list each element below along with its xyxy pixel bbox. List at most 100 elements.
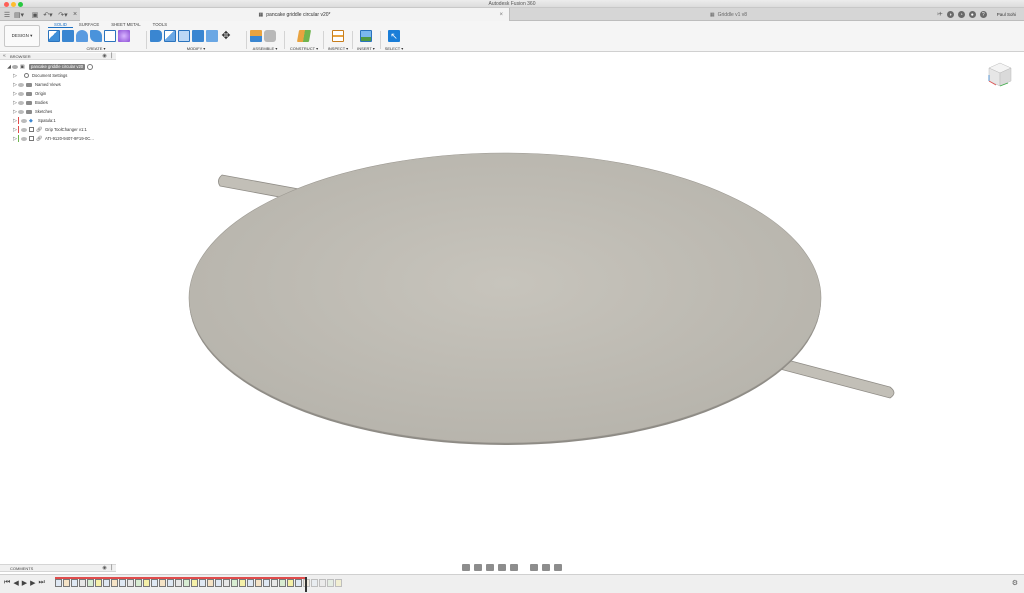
- tab-sheet-metal[interactable]: SHEET METAL: [105, 22, 146, 28]
- close-tab-icon[interactable]: ×: [72, 10, 78, 19]
- timeline-feature-icon[interactable]: [239, 579, 246, 587]
- pan-icon[interactable]: [486, 564, 494, 571]
- select-menu[interactable]: SELECT ▾: [383, 46, 405, 51]
- display-settings-icon[interactable]: [530, 564, 538, 571]
- visibility-eye-icon[interactable]: [18, 100, 24, 105]
- go-to-start-icon[interactable]: ⏮: [4, 579, 10, 587]
- timeline-feature-icon[interactable]: [255, 579, 262, 587]
- create-menu[interactable]: CREATE ▾: [48, 46, 144, 51]
- expand-arrow-icon[interactable]: ▷: [12, 73, 18, 79]
- orbit-icon[interactable]: [462, 564, 470, 571]
- tree-item-grip-toolchanger[interactable]: ▷ 🔗︎ Grip ToolChanger v1:1: [0, 125, 116, 134]
- shell-icon[interactable]: [178, 30, 190, 42]
- tree-item-ati[interactable]: ▷ 🔗︎ ATI-9120-9407-9F19-0C...: [0, 134, 116, 143]
- pattern-icon[interactable]: [104, 30, 116, 42]
- timeline-feature-icon[interactable]: [223, 579, 230, 587]
- timeline-feature-icon[interactable]: [327, 579, 334, 587]
- tab-tools[interactable]: TOOLS: [147, 22, 174, 28]
- tree-item-named-views[interactable]: ▷ Named Views: [0, 80, 116, 89]
- activate-radio-icon[interactable]: [87, 63, 94, 70]
- timeline-feature-icon[interactable]: [103, 579, 110, 587]
- timeline-feature-icon[interactable]: [191, 579, 198, 587]
- fit-icon[interactable]: [510, 564, 518, 571]
- timeline-feature-icon[interactable]: [295, 579, 302, 587]
- construct-menu[interactable]: CONSTRUCT ▾: [288, 46, 320, 51]
- timeline-feature-icon[interactable]: [263, 579, 270, 587]
- timeline-feature-icon[interactable]: [119, 579, 126, 587]
- workspace-switcher[interactable]: DESIGN ▾: [4, 25, 40, 47]
- timeline-marker[interactable]: [305, 577, 307, 592]
- insert-image-icon[interactable]: [360, 30, 372, 42]
- undo-icon[interactable]: ↶▾: [43, 10, 53, 19]
- timeline-feature-icon[interactable]: [159, 579, 166, 587]
- combine-icon[interactable]: [192, 30, 204, 42]
- tab-surface[interactable]: SURFACE: [73, 22, 105, 28]
- file-menu-icon[interactable]: ▤▾: [14, 10, 24, 19]
- add-comment-icon[interactable]: ◉ ▕: [102, 565, 112, 571]
- visibility-eye-icon[interactable]: [18, 91, 24, 96]
- visibility-eye-icon[interactable]: [21, 136, 27, 141]
- joint-icon[interactable]: [264, 30, 276, 42]
- press-pull-icon[interactable]: [150, 30, 162, 42]
- timeline-feature-icon[interactable]: [319, 579, 326, 587]
- look-at-icon[interactable]: [474, 564, 482, 571]
- new-tab-icon[interactable]: +: [939, 11, 943, 18]
- viewports-icon[interactable]: [554, 564, 562, 571]
- timeline-feature-icon[interactable]: [247, 579, 254, 587]
- timeline-feature-icon[interactable]: [55, 579, 62, 587]
- save-icon[interactable]: ▣: [31, 10, 39, 19]
- timeline-feature-icon[interactable]: [183, 579, 190, 587]
- tree-item-spatula[interactable]: ▷ ◆ Spatula:1: [0, 116, 116, 125]
- timeline-feature-icon[interactable]: [271, 579, 278, 587]
- insert-menu[interactable]: INSERT ▾: [355, 46, 377, 51]
- measure-icon[interactable]: [332, 30, 344, 42]
- move-icon[interactable]: ✥: [220, 30, 232, 42]
- visibility-eye-icon[interactable]: [21, 118, 27, 123]
- timeline-feature-icon[interactable]: [87, 579, 94, 587]
- visibility-eye-icon[interactable]: [12, 64, 18, 69]
- viewcube[interactable]: [986, 61, 1014, 91]
- sweep-icon[interactable]: [90, 30, 102, 42]
- timeline-feature-icon[interactable]: [151, 579, 158, 587]
- timeline-feature-icon[interactable]: [135, 579, 142, 587]
- job-status-icon[interactable]: ◔: [957, 11, 965, 18]
- tree-item-origin[interactable]: ▷ Origin: [0, 89, 116, 98]
- help-icon[interactable]: ?: [979, 11, 987, 18]
- play-icon[interactable]: ▶: [22, 579, 27, 587]
- timeline-feature-icon[interactable]: [335, 579, 342, 587]
- user-name[interactable]: Paul Sohi: [997, 12, 1016, 17]
- model-viewport[interactable]: [116, 53, 1024, 563]
- extrude-icon[interactable]: [62, 30, 74, 42]
- timeline-feature-icon[interactable]: [167, 579, 174, 587]
- assemble-menu[interactable]: ASSEMBLE ▾: [250, 46, 280, 51]
- split-body-icon[interactable]: [206, 30, 218, 42]
- notifications-icon[interactable]: ●: [968, 11, 976, 18]
- timeline-settings-icon[interactable]: ⚙: [1012, 579, 1018, 587]
- zoom-icon[interactable]: [498, 564, 506, 571]
- timeline-feature-icon[interactable]: [111, 579, 118, 587]
- tree-item-document-settings[interactable]: ▷ Document Settings: [0, 71, 116, 80]
- tab-pancake-griddle[interactable]: ▦ pancake griddle circular v20* ×: [80, 8, 510, 21]
- timeline-feature-icon[interactable]: [215, 579, 222, 587]
- collapse-panel-icon[interactable]: «: [3, 53, 6, 59]
- new-component-icon[interactable]: [250, 30, 262, 42]
- timeline-feature-icon[interactable]: [199, 579, 206, 587]
- timeline-feature-icon[interactable]: [71, 579, 78, 587]
- timeline-feature-icon[interactable]: [143, 579, 150, 587]
- go-to-end-icon[interactable]: ⏭: [38, 579, 44, 587]
- tab-solid[interactable]: SOLID: [48, 22, 73, 28]
- offset-plane-icon[interactable]: [296, 30, 312, 42]
- timeline-feature-icon[interactable]: [127, 579, 134, 587]
- timeline-feature-icon[interactable]: [311, 579, 318, 587]
- visibility-eye-icon[interactable]: [18, 109, 24, 114]
- pin-icon[interactable]: ◉ ▕: [102, 53, 112, 59]
- tree-item-bodies[interactable]: ▷ Bodies: [0, 98, 116, 107]
- grid-menu-icon[interactable]: ☰: [3, 10, 11, 19]
- timeline-feature-icon[interactable]: [279, 579, 286, 587]
- timeline-feature-icon[interactable]: [79, 579, 86, 587]
- inspect-menu[interactable]: INSPECT ▾: [326, 46, 350, 51]
- modify-menu[interactable]: MODIFY ▾: [150, 46, 242, 51]
- visibility-eye-icon[interactable]: [21, 127, 27, 132]
- visibility-eye-icon[interactable]: [18, 82, 24, 87]
- redo-icon[interactable]: ↷▾: [58, 10, 68, 19]
